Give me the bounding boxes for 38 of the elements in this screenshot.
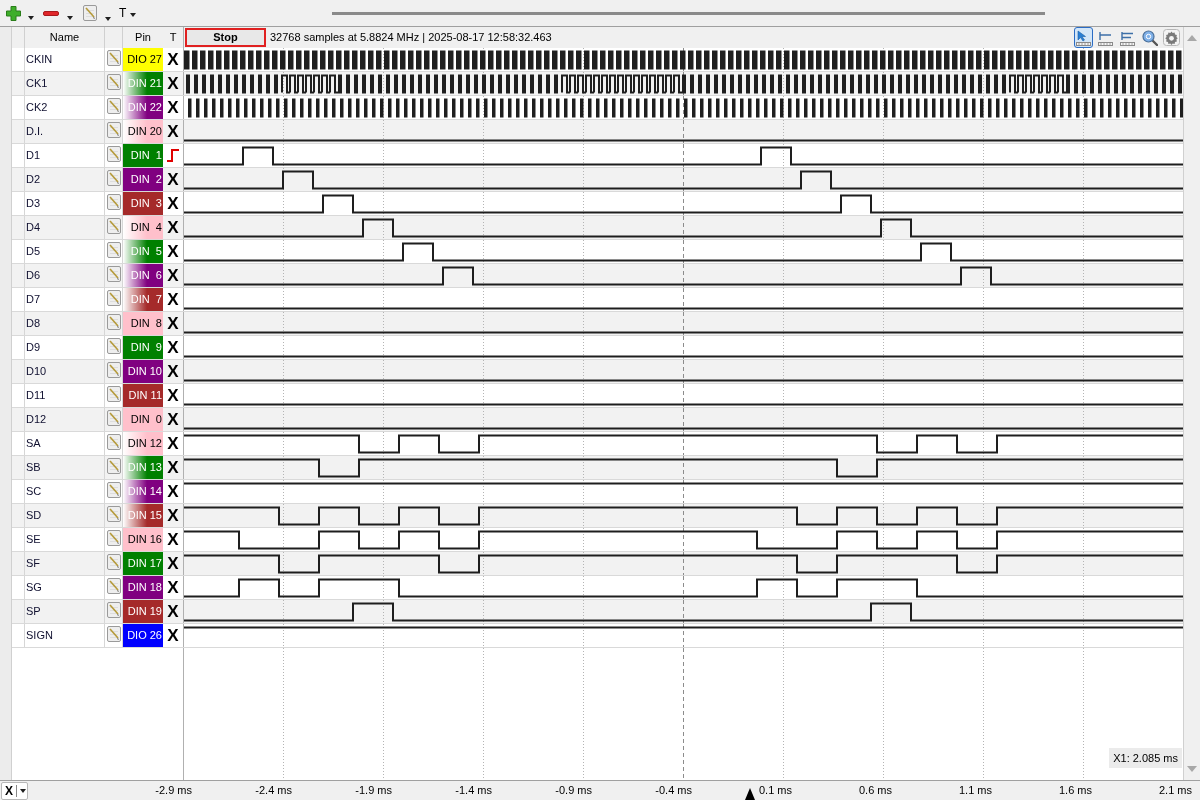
axis-tick-label: 0.1 ms <box>759 783 792 799</box>
channel-name: D10 <box>26 364 47 380</box>
channel-name: D6 <box>26 268 41 284</box>
channel-name: SP <box>26 604 41 620</box>
axis-tick-label: 1.6 ms <box>1059 783 1092 799</box>
channel-name: SIGN <box>26 628 53 644</box>
axis-tick-label: -2.4 ms <box>255 783 292 799</box>
channel-name: CK1 <box>26 76 48 92</box>
channel-name: D12 <box>26 412 47 428</box>
axis-tick-label: 0.6 ms <box>859 783 892 799</box>
channel-name: D1 <box>26 148 41 164</box>
channel-name: D11 <box>26 388 46 404</box>
channel-name: SG <box>26 580 42 596</box>
cursor-readout: X1: 2.085 ms <box>1109 747 1182 768</box>
channel-name: D7 <box>26 292 41 308</box>
axis-tick-label: 2.1 ms <box>1159 783 1192 799</box>
channel-name: SB <box>26 460 41 476</box>
axis-tick-label: -1.9 ms <box>355 783 392 799</box>
channel-name: CK2 <box>26 100 48 116</box>
axis-tick-label: -0.9 ms <box>555 783 592 799</box>
axis-tick-label: -1.4 ms <box>455 783 492 799</box>
axis-tick-label: 1.1 ms <box>959 783 992 799</box>
axis-tick-label: -2.9 ms <box>155 783 192 799</box>
channel-name: SC <box>26 484 42 500</box>
channel-name: SE <box>26 532 41 548</box>
channel-name: D8 <box>26 316 41 332</box>
channel-name: D9 <box>26 340 41 356</box>
channel-name: D4 <box>26 220 41 236</box>
axis-tick-label: -0.4 ms <box>655 783 692 799</box>
channel-name: D5 <box>26 244 41 260</box>
channel-name: D2 <box>26 172 41 188</box>
channel-name: SD <box>26 508 42 524</box>
channel-name: D.I. <box>26 124 44 140</box>
channel-name: SF <box>26 556 41 572</box>
channel-name: SA <box>26 436 41 452</box>
acquisition-info: 32768 samples at 5.8824 MHz | 2025-08-17 12:58:32.463 <box>270 30 552 46</box>
channel-name: D3 <box>26 196 41 212</box>
channel-name: CKIN <box>26 52 53 68</box>
